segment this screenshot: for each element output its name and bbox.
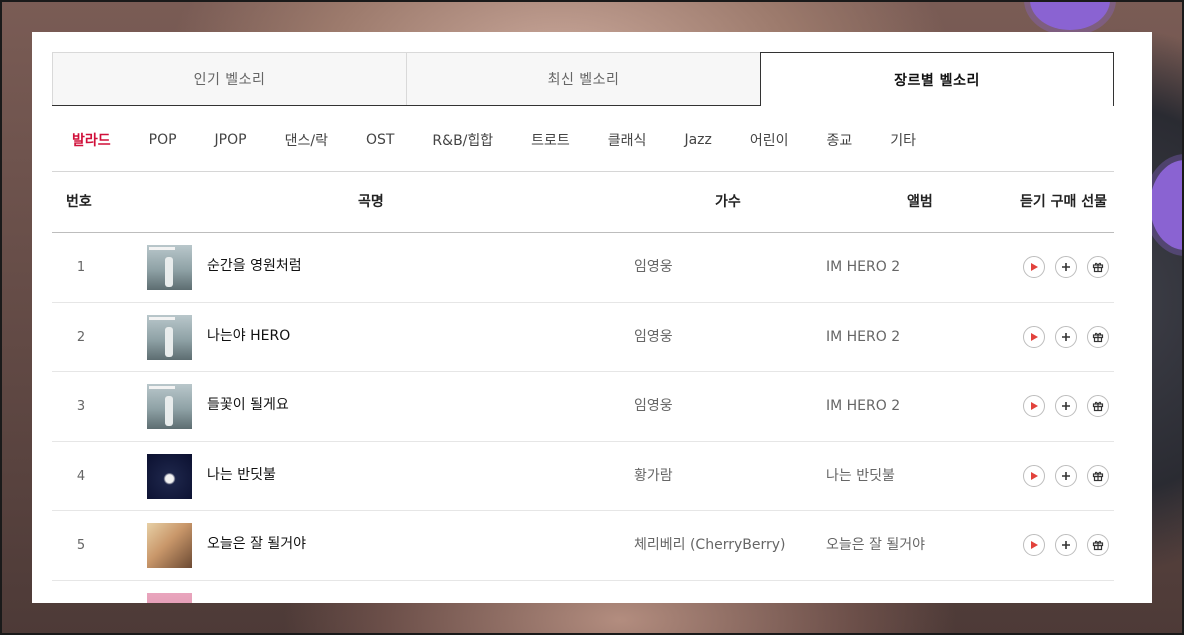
artist-name[interactable]: 체리베리 (CherryBerry) [634, 511, 785, 580]
album-name[interactable]: 오늘은 잘 될거야 [826, 511, 925, 580]
row-number: 1 [76, 260, 86, 275]
gift-button[interactable] [1087, 534, 1109, 556]
gift-icon [1092, 471, 1104, 481]
play-button[interactable] [1023, 534, 1045, 556]
gift-button[interactable] [1087, 464, 1109, 487]
play-icon [1031, 332, 1038, 341]
table-row: 5 오늘은 잘 될거야 체리베리 (CherryBerry) 오늘은 잘 될거야 [52, 511, 1114, 581]
album-cover[interactable] [147, 523, 192, 568]
table-row: 3 들꽃이 될게요 임영웅 IM HERO 2 [52, 372, 1114, 442]
genre-ballad[interactable]: 발라드 [72, 130, 111, 150]
gift-icon [1092, 262, 1104, 273]
song-title[interactable]: 순간을 영원처럼 [207, 233, 302, 299]
album-name[interactable]: 나는 반딧불 [826, 442, 895, 511]
tab-genre[interactable]: 장르별 벨소리 [760, 52, 1114, 106]
ringtone-panel: 인기 벨소리 최신 벨소리 장르별 벨소리 발라드 POP JPOP 댄스/락 … [32, 32, 1152, 603]
genre-trot[interactable]: 트로트 [531, 130, 570, 150]
song-title[interactable]: 오늘은 잘 될거야 [207, 511, 306, 577]
table-row: 2 나는야 HERO 임영웅 IM HERO 2 [52, 303, 1114, 372]
row-number: 4 [76, 468, 86, 484]
artist-name[interactable]: 임영웅 [634, 303, 673, 372]
row-number: 5 [76, 538, 86, 553]
table-row: 4 나는 반딧불 황가람 나는 반딧불 [52, 442, 1114, 511]
plus-icon [1062, 263, 1070, 271]
album-cover[interactable] [147, 592, 192, 603]
buy-button[interactable] [1055, 395, 1077, 417]
play-button[interactable] [1023, 395, 1045, 417]
gift-icon [1092, 540, 1104, 551]
artist-name[interactable]: 임영웅 [634, 372, 673, 441]
song-list: 1 순간을 영원처럼 임영웅 IM HERO 2 2 나는야 HERO 임영웅 … [52, 233, 1114, 603]
genre-kids[interactable]: 어린이 [750, 130, 789, 150]
row-actions [1023, 464, 1109, 487]
album-cover[interactable] [147, 314, 192, 360]
gift-icon [1092, 401, 1104, 412]
song-title[interactable]: 들꽃이 될게요 [207, 372, 289, 438]
row-number [52, 581, 110, 604]
tab-underline [52, 105, 760, 106]
gift-button[interactable] [1087, 256, 1109, 278]
genre-jpop[interactable]: JPOP [215, 132, 247, 148]
buy-button[interactable] [1055, 464, 1077, 487]
play-button[interactable] [1023, 464, 1045, 487]
play-icon [1031, 541, 1038, 549]
play-icon [1031, 402, 1038, 410]
buy-button[interactable] [1055, 256, 1077, 278]
genre-classical[interactable]: 클래식 [608, 130, 647, 150]
album-cover[interactable] [147, 384, 192, 429]
genre-etc[interactable]: 기타 [890, 130, 916, 150]
table-header: 번호 곡명 가수 앨범 듣기 구매 선물 [52, 172, 1114, 232]
genre-filter: 발라드 POP JPOP 댄스/락 OST R&B/힙합 트로트 클래식 Jaz… [52, 128, 934, 152]
artist-name[interactable]: 황가람 [634, 442, 673, 511]
header-album: 앨범 [907, 194, 933, 210]
song-title[interactable]: 나는 반딧불 [207, 442, 276, 508]
album-name[interactable]: IM HERO 2 [826, 372, 900, 441]
tab-bar: 인기 벨소리 최신 벨소리 장르별 벨소리 [52, 52, 1114, 106]
genre-dance-rock[interactable]: 댄스/락 [285, 130, 328, 150]
header-number: 번호 [66, 194, 92, 210]
buy-button[interactable] [1055, 534, 1077, 556]
gift-icon [1092, 332, 1104, 342]
table-row [52, 581, 1114, 604]
genre-jazz[interactable]: Jazz [684, 132, 711, 148]
tab-latest[interactable]: 최신 벨소리 [406, 52, 760, 106]
buy-button[interactable] [1055, 325, 1077, 348]
row-number: 2 [76, 329, 86, 345]
row-number: 3 [76, 399, 86, 414]
play-icon [1031, 263, 1038, 271]
album-name[interactable]: IM HERO 2 [826, 233, 900, 302]
row-actions [1023, 256, 1109, 278]
plus-icon [1062, 402, 1070, 410]
header-artist: 가수 [715, 194, 741, 210]
song-title[interactable]: 나는야 HERO [207, 303, 290, 369]
row-actions [1023, 395, 1109, 417]
row-actions [1023, 325, 1109, 348]
genre-religion[interactable]: 종교 [826, 130, 852, 150]
artist-name[interactable]: 임영웅 [634, 233, 673, 302]
header-actions: 듣기 구매 선물 [1020, 194, 1108, 210]
play-button[interactable] [1023, 256, 1045, 278]
album-cover[interactable] [147, 453, 192, 499]
table-row: 1 순간을 영원처럼 임영웅 IM HERO 2 [52, 233, 1114, 303]
tab-popular[interactable]: 인기 벨소리 [52, 52, 406, 106]
plus-icon [1062, 332, 1070, 341]
play-button[interactable] [1023, 325, 1045, 348]
play-icon [1031, 471, 1038, 480]
gift-button[interactable] [1087, 325, 1109, 348]
genre-ost[interactable]: OST [366, 132, 394, 148]
plus-icon [1062, 471, 1070, 480]
album-name[interactable]: IM HERO 2 [826, 303, 900, 372]
genre-rnb-hiphop[interactable]: R&B/힙합 [432, 130, 493, 150]
album-cover[interactable] [147, 245, 192, 290]
gift-button[interactable] [1087, 395, 1109, 417]
header-title: 곡명 [358, 194, 384, 210]
genre-pop[interactable]: POP [149, 132, 177, 148]
plus-icon [1062, 541, 1070, 549]
row-actions [1023, 534, 1109, 556]
